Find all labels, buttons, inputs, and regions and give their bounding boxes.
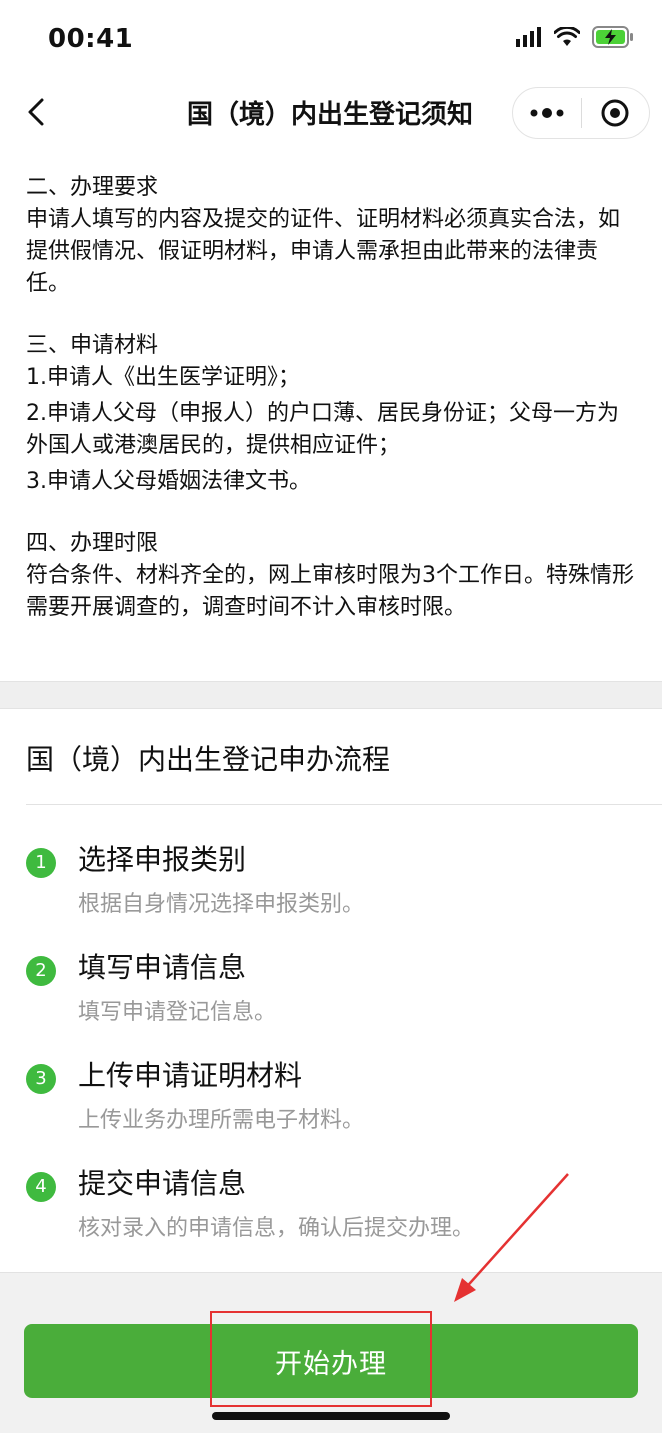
wifi-icon — [554, 27, 580, 46]
step-number-badge: 2 — [26, 956, 56, 986]
close-button[interactable] — [582, 88, 650, 138]
section-divider — [0, 681, 662, 709]
nav-bar: 国（境）内出生登记须知 — [0, 80, 662, 146]
notice-content: 二、办理要求 申请人填写的内容及提交的证件、证明材料必须真实合法，如提供假情况、… — [26, 172, 636, 624]
step-title: 填写申请信息 — [78, 951, 247, 984]
mini-program-capsule — [512, 87, 650, 139]
material-item: 1.申请人《出生医学证明》； — [26, 365, 300, 390]
more-button[interactable] — [513, 88, 581, 138]
section-4-body: 符合条件、材料齐全的，网上审核时限为3个工作日。特殊情形需要开展调查的，调查时间… — [26, 563, 634, 620]
home-indicator — [212, 1412, 450, 1420]
step-description: 根据自身情况选择申报类别。 — [78, 892, 365, 917]
step-title: 选择申报类别 — [78, 843, 247, 876]
process-title-divider — [26, 804, 662, 805]
step-number-badge: 1 — [26, 848, 56, 878]
process-title: 国（境）内出生登记申办流程 — [26, 743, 391, 776]
more-icon — [530, 108, 564, 118]
material-item: 3.申请人父母婚姻法律文书。 — [26, 469, 311, 494]
material-item: 2.申请人父母（申报人）的户口薄、居民身份证；父母一方为外国人或港澳居民的，提供… — [26, 401, 619, 458]
annotation-arrow-icon — [454, 1173, 569, 1302]
step-description: 填写申请登记信息。 — [78, 1000, 277, 1025]
step-title: 上传申请证明材料 — [78, 1059, 303, 1092]
section-3-title: 三、申请材料 — [26, 333, 159, 358]
step-description: 上传业务办理所需电子材料。 — [78, 1108, 365, 1133]
status-time: 00:41 — [48, 24, 134, 54]
status-bar: 00:41 — [0, 0, 662, 80]
signal-icon — [516, 27, 541, 47]
step-description: 核对录入的申请信息，确认后提交办理。 — [78, 1216, 475, 1241]
section-2-title: 二、办理要求 — [26, 175, 159, 200]
annotation-highlight-box — [210, 1311, 432, 1407]
back-icon[interactable] — [20, 92, 60, 132]
step-title: 提交申请信息 — [78, 1167, 247, 1200]
section-2-body: 申请人填写的内容及提交的证件、证明材料必须真实合法，如提供假情况、假证明材料，申… — [26, 207, 621, 296]
step-number-badge: 4 — [26, 1172, 56, 1202]
section-4-title: 四、办理时限 — [26, 531, 159, 556]
close-target-icon — [601, 99, 629, 127]
step-number-badge: 3 — [26, 1064, 56, 1094]
status-icons — [516, 26, 634, 48]
battery-charging-icon — [592, 26, 633, 48]
page-title: 国（境）内出生登记须知 — [186, 100, 473, 130]
